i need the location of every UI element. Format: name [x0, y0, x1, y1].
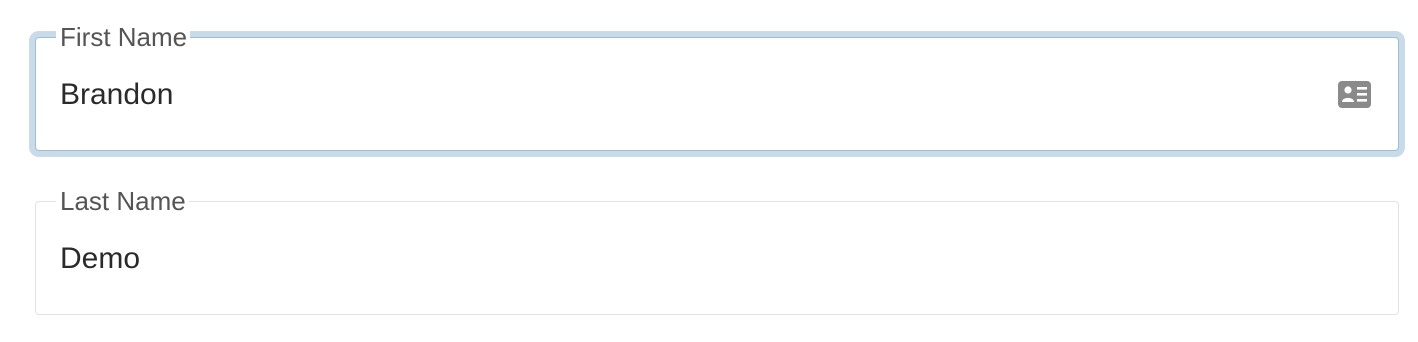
contact-card-icon[interactable] [1338, 81, 1371, 108]
first-name-field[interactable]: First Name [35, 22, 1399, 151]
first-name-label: First Name [56, 22, 191, 52]
last-name-field[interactable]: Last Name [35, 186, 1399, 315]
last-name-label: Last Name [56, 186, 189, 216]
first-name-input[interactable] [60, 76, 1320, 114]
name-form: First Name Last Name [0, 0, 1418, 342]
last-name-input[interactable] [60, 240, 1320, 278]
